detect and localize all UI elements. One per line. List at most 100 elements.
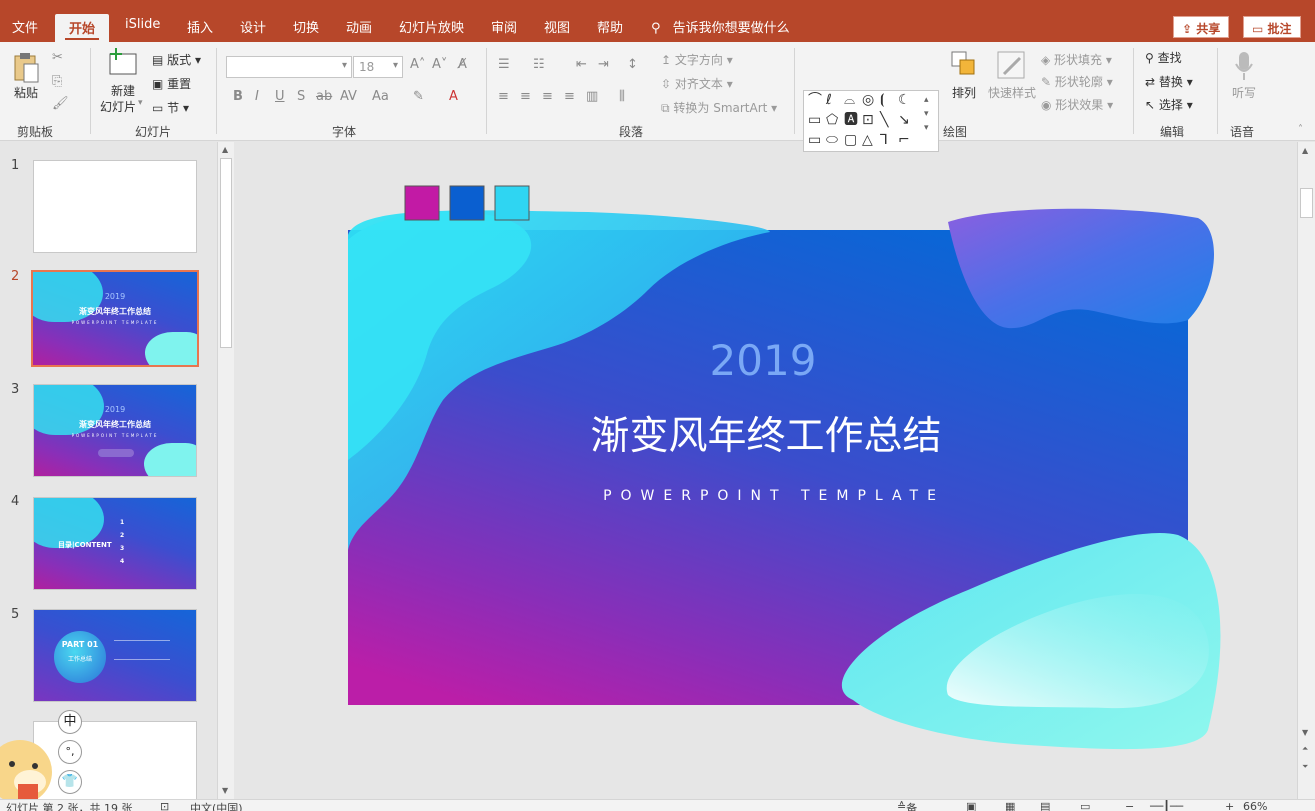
shape-outline-button[interactable]: ✎ 形状轮廓 ▾ [1041, 73, 1113, 90]
numbering-icon[interactable]: ☷ [533, 57, 545, 72]
scroll-down-icon[interactable]: ▼ [222, 786, 228, 795]
ellipse-shape-icon[interactable]: ⬭ [826, 133, 838, 147]
curve-shape-icon[interactable]: ℓ [826, 93, 832, 107]
line-spacing-icon[interactable]: ↕ [627, 57, 638, 72]
align-text-button[interactable]: ⇳ 对齐文本 ▾ [661, 75, 733, 92]
callout-shape-icon[interactable]: ⊡ [862, 113, 874, 127]
comments-button[interactable]: ▭ 批注 [1243, 16, 1301, 38]
slide-year[interactable]: 2019 [710, 336, 817, 385]
slide-scrollbar[interactable]: ▲ ▼ ⏶ ⏷ [1297, 142, 1315, 799]
shrink-font-icon[interactable]: A˅ [432, 57, 447, 72]
smartart-button[interactable]: ⧉ 转换为 SmartArt ▾ [661, 99, 777, 116]
justify-icon[interactable]: ≡ [564, 89, 575, 104]
shape-effects-button[interactable]: ◉ 形状效果 ▾ [1041, 96, 1113, 113]
tab-view[interactable]: 视图 [544, 17, 570, 36]
select-button[interactable]: ↖ 选择 ▾ [1145, 96, 1193, 113]
scroll-thumb[interactable] [1300, 188, 1313, 218]
slide-canvas[interactable]: 2019 渐变风年终工作总结 POWERPOINT TEMPLATE [348, 185, 1221, 750]
text-direction-button[interactable]: ↥ 文字方向 ▾ [661, 51, 733, 68]
spellcheck-icon[interactable]: ⊡ [160, 800, 169, 811]
shapes-gallery[interactable]: ⌒ ℓ ⌓ ◎ ⦗ ☾ ▭ ⬠ 🅰 ⊡ ╲ ↘ ▭ ⬭ ▢ △ ⅂ ⌐ ▴ ▾ ▾ [803, 90, 939, 152]
arrange-icon[interactable] [950, 50, 980, 80]
underline-icon[interactable]: U [275, 89, 285, 104]
gallery-scroll-icon[interactable]: ▴ ▾ ▾ [924, 93, 929, 135]
find-button[interactable]: ⚲ 查找 [1145, 49, 1182, 66]
new-slide-label2[interactable]: 幻灯片 [100, 98, 136, 115]
pentagon-shape-icon[interactable]: ⬠ [826, 113, 838, 127]
new-slide-icon[interactable] [106, 48, 140, 78]
tab-file[interactable]: 文件 [12, 17, 38, 36]
triangle-shape-icon[interactable]: △ [862, 133, 873, 147]
bracket-shape-icon[interactable]: ⦗ [880, 93, 885, 107]
shape-fill-button[interactable]: ◈ 形状填充 ▾ [1041, 51, 1112, 68]
align-left-icon[interactable]: ≡ [498, 89, 509, 104]
dictate-button[interactable]: 听写 [1232, 84, 1256, 101]
increase-indent-icon[interactable]: ⇥ [598, 57, 609, 72]
textbox-shape-icon[interactable]: 🅰 [844, 113, 858, 127]
collapse-ribbon-icon[interactable]: ˄ [1298, 124, 1303, 135]
thumbnails-scrollbar[interactable]: ▲ ▼ [217, 142, 234, 799]
bullets-icon[interactable]: ☰ [498, 57, 510, 72]
thumb-slide-5[interactable]: PART 01 工作总结 [33, 609, 197, 702]
ime-punctuation-toggle[interactable]: °, [58, 740, 82, 764]
tab-slideshow[interactable]: 幻灯片放映 [399, 17, 464, 36]
circle-shape-icon[interactable]: ◎ [862, 93, 874, 107]
tell-me-box[interactable]: ⚲ 告诉我你想要做什么 [651, 17, 790, 36]
scroll-up-icon[interactable]: ▲ [1302, 146, 1308, 155]
rectangle-shape-icon[interactable]: ▭ [808, 113, 821, 127]
arrow-shape-icon[interactable]: ↘ [898, 113, 910, 127]
replace-button[interactable]: ⇄ 替换 ▾ [1145, 73, 1193, 90]
align-right-icon[interactable]: ≡ [542, 89, 553, 104]
reading-view-icon[interactable]: ▤ [1040, 800, 1050, 811]
zoom-in-icon[interactable]: + [1225, 800, 1234, 811]
chevron-down-icon[interactable]: ▾ [138, 98, 143, 108]
tab-help[interactable]: 帮助 [597, 17, 623, 36]
strikethrough-icon[interactable]: ab [316, 89, 332, 104]
clear-format-icon[interactable]: A̸ [458, 57, 467, 72]
italic-icon[interactable]: I [255, 89, 259, 104]
language-indicator[interactable]: 中文(中国) [190, 800, 243, 811]
char-spacing-icon[interactable]: AV [340, 89, 357, 104]
slideshow-icon[interactable]: ▭ [1080, 800, 1090, 811]
line-diag-shape-icon[interactable]: ╲ [880, 113, 888, 127]
section-button[interactable]: ▭ 节 ▾ [152, 99, 189, 116]
microphone-icon[interactable] [1234, 50, 1254, 82]
cut-icon[interactable]: ✂ [52, 50, 63, 65]
tab-design[interactable]: 设计 [240, 17, 266, 36]
paste-button[interactable]: 粘贴 [14, 84, 38, 101]
color-swatch-cyan[interactable] [494, 185, 530, 221]
font-name-combo[interactable] [226, 56, 352, 78]
format-painter-icon[interactable]: 🖌 [52, 96, 69, 111]
copy-icon[interactable]: ⎘ [52, 74, 62, 89]
arrange-button[interactable]: 排列 [952, 84, 976, 101]
grow-font-icon[interactable]: A˄ [410, 57, 425, 72]
scroll-thumb[interactable] [220, 158, 232, 348]
reset-button[interactable]: ▣ 重置 [152, 75, 191, 92]
tab-home[interactable]: 开始 [55, 14, 110, 42]
sorter-view-icon[interactable]: ▦ [1005, 800, 1015, 811]
prev-slide-icon[interactable]: ⏶ [1302, 744, 1308, 754]
align-center-icon[interactable]: ≡ [520, 89, 531, 104]
normal-view-icon[interactable]: ▣ [966, 800, 976, 811]
tab-animations[interactable]: 动画 [346, 17, 372, 36]
tab-insert[interactable]: 插入 [187, 17, 213, 36]
color-swatch-blue[interactable] [449, 185, 485, 221]
thumb-slide-4[interactable]: 目录|CONTENT 1 2 3 4 [33, 497, 197, 590]
slide-title[interactable]: 渐变风年终工作总结 [590, 414, 941, 459]
thumb-slide-3[interactable]: 2019 渐变风年终工作总结 POWERPOINT TEMPLATE [33, 384, 197, 477]
scroll-up-icon[interactable]: ▲ [222, 145, 228, 154]
arc-shape-icon[interactable]: ⌓ [844, 93, 855, 107]
connector-shape-icon[interactable]: ⌐ [898, 133, 910, 147]
zoom-level[interactable]: 66% [1243, 800, 1267, 811]
elbow-shape-icon[interactable]: ⅂ [880, 133, 888, 147]
slide-subtitle[interactable]: POWERPOINT TEMPLATE [603, 488, 945, 504]
change-case-icon[interactable]: Aa [372, 89, 389, 104]
columns-icon[interactable]: ⫼ [619, 89, 625, 104]
skin-icon[interactable]: 👕 [58, 770, 82, 794]
font-size-combo[interactable]: 18 [353, 56, 403, 78]
thumb-slide-1[interactable] [33, 160, 197, 253]
zoom-slider[interactable]: ──┃── [1150, 800, 1183, 811]
ime-language-toggle[interactable]: 中 [58, 710, 82, 734]
tab-review[interactable]: 审阅 [491, 17, 517, 36]
quick-styles-icon[interactable] [996, 50, 1028, 82]
